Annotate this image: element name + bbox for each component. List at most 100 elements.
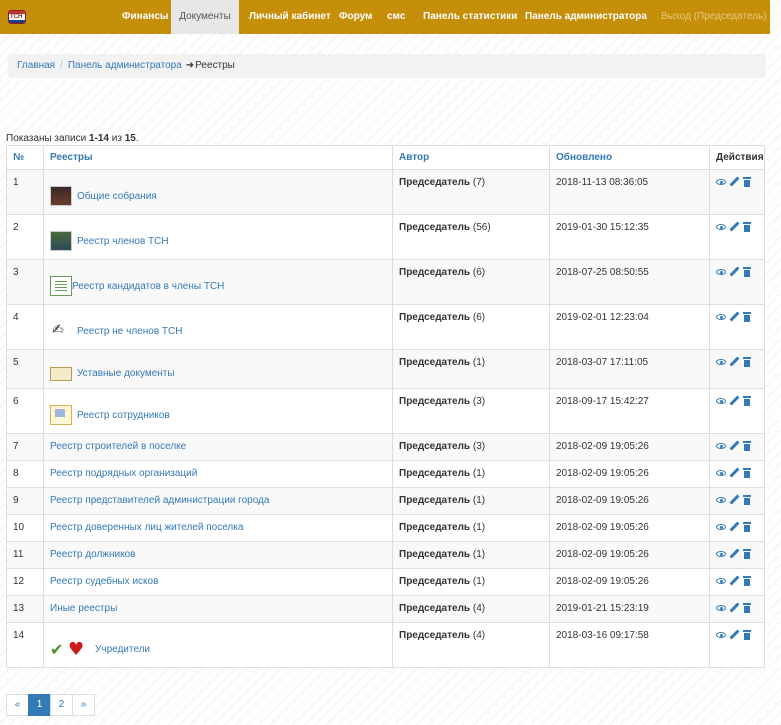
delete-icon[interactable] [742, 357, 752, 367]
delete-icon[interactable] [742, 177, 752, 187]
breadcrumb-admin-panel[interactable]: Панель администратора [68, 60, 182, 71]
table-row: 9 Реестр представителей администрации гор… [6, 487, 765, 515]
document-list-icon[interactable] [50, 276, 72, 296]
registry-link[interactable]: Общие собрания [77, 191, 157, 202]
sort-number-link[interactable]: № [13, 152, 24, 163]
edit-icon[interactable] [729, 495, 739, 505]
edit-icon[interactable] [729, 357, 739, 367]
logout-link[interactable]: Выход (Председатель) [661, 0, 767, 34]
pagination-page-1[interactable]: 1 [28, 694, 51, 716]
view-icon[interactable] [716, 603, 726, 613]
sort-name-link[interactable]: Реестры [50, 152, 93, 163]
registry-link[interactable]: Реестр кандидатов в члены ТСН [72, 281, 224, 292]
sort-updated-link[interactable]: Обновлено [556, 152, 612, 163]
delete-icon[interactable] [742, 222, 752, 232]
nav-forum[interactable]: Форум [339, 0, 372, 34]
pagination-next[interactable]: » [72, 694, 95, 716]
view-icon[interactable] [716, 549, 726, 559]
breadcrumb-home[interactable]: Главная [17, 60, 55, 71]
edit-icon[interactable] [729, 522, 739, 532]
registry-link[interactable]: Реестр членов ТСН [77, 236, 169, 247]
nav-sms[interactable]: смс [387, 0, 405, 34]
registry-link[interactable]: Реестр представителей администрации горо… [50, 488, 386, 506]
delete-icon[interactable] [742, 495, 752, 505]
nav-admin-panel[interactable]: Панель администратора [525, 0, 647, 34]
nav-statistics-panel[interactable]: Панель статистики [423, 0, 517, 34]
view-icon[interactable] [716, 576, 726, 586]
edit-icon[interactable] [729, 576, 739, 586]
table-row: 2 Реестр членов ТСН Председатель (56) 2019-… [6, 214, 765, 260]
view-icon[interactable] [716, 630, 726, 640]
edit-icon[interactable] [729, 549, 739, 559]
registry-name-cell: Реестр не членов ТСН [43, 304, 393, 350]
delete-icon[interactable] [742, 630, 752, 640]
col-header-author[interactable]: Автор [392, 145, 550, 170]
edit-icon[interactable] [729, 312, 739, 322]
view-icon[interactable] [716, 312, 726, 322]
nav-personal-account[interactable]: Личный кабинет [249, 0, 331, 34]
edit-icon[interactable] [729, 603, 739, 613]
edit-icon[interactable] [729, 630, 739, 640]
registry-link[interactable]: Реестр доверенных лиц жителей поселка [50, 515, 386, 533]
registry-name-cell: Иные реестры [43, 595, 393, 623]
nav-finances[interactable]: Финансы [122, 0, 168, 34]
certificate-icon[interactable] [50, 367, 72, 381]
registry-link[interactable]: Реестр не членов ТСН [77, 326, 182, 337]
author-name: Председатель [399, 177, 471, 188]
view-icon[interactable] [716, 177, 726, 187]
pagination-prev[interactable]: « [6, 694, 29, 716]
delete-icon[interactable] [742, 396, 752, 406]
edit-icon[interactable] [729, 267, 739, 277]
summary-suffix: . [135, 133, 139, 144]
view-icon[interactable] [716, 357, 726, 367]
registry-link[interactable]: Реестр должников [50, 542, 386, 560]
view-icon[interactable] [716, 522, 726, 532]
registry-link[interactable]: Уставные документы [77, 368, 175, 379]
delete-icon[interactable] [742, 312, 752, 322]
author-name: Председатель [399, 357, 471, 368]
registry-link[interactable]: Иные реестры [50, 596, 386, 614]
author-count: (1) [472, 495, 486, 506]
registry-name-cell: Реестр подрядных организаций [43, 460, 393, 488]
delete-icon[interactable] [742, 522, 752, 532]
nav-documents[interactable]: Документы [171, 0, 239, 34]
registry-link[interactable]: Реестр сотрудников [77, 410, 170, 421]
actions-cell [709, 595, 765, 623]
delete-icon[interactable] [742, 441, 752, 451]
author-count: (6) [472, 312, 486, 323]
staff-icon[interactable] [50, 405, 72, 425]
brand-logo[interactable]: ТСН [8, 10, 26, 24]
sort-author-link[interactable]: Автор [399, 152, 429, 163]
edit-icon[interactable] [729, 468, 739, 478]
col-header-updated[interactable]: Обновлено [549, 145, 710, 170]
pagination-page-2[interactable]: 2 [50, 694, 73, 716]
registry-link[interactable]: Учредители [95, 644, 150, 655]
edit-icon[interactable] [729, 441, 739, 451]
view-icon[interactable] [716, 468, 726, 478]
view-icon[interactable] [716, 441, 726, 451]
registry-link[interactable]: Реестр судебных исков [50, 569, 386, 587]
sketch-icon[interactable] [50, 321, 72, 341]
view-icon[interactable] [716, 222, 726, 232]
registry-link[interactable]: Реестр подрядных организаций [50, 461, 386, 479]
view-icon[interactable] [716, 495, 726, 505]
edit-icon[interactable] [729, 222, 739, 232]
view-icon[interactable] [716, 396, 726, 406]
col-header-number[interactable]: № [6, 145, 44, 170]
delete-icon[interactable] [742, 549, 752, 559]
updated-cell: 2018-03-16 09:17:58 [549, 622, 710, 668]
col-header-registries[interactable]: Реестры [43, 145, 393, 170]
delete-icon[interactable] [742, 468, 752, 478]
delete-icon[interactable] [742, 267, 752, 277]
delete-icon[interactable] [742, 576, 752, 586]
edit-icon[interactable] [729, 396, 739, 406]
meeting-photo-icon[interactable] [50, 186, 72, 206]
author-name: Председатель [399, 522, 471, 533]
members-photo-icon[interactable] [50, 231, 72, 251]
row-number: 9 [6, 487, 44, 515]
edit-icon[interactable] [729, 177, 739, 187]
view-icon[interactable] [716, 267, 726, 277]
registry-link[interactable]: Реестр строителей в поселке [50, 434, 386, 452]
delete-icon[interactable] [742, 603, 752, 613]
author-name: Председатель [399, 603, 471, 614]
